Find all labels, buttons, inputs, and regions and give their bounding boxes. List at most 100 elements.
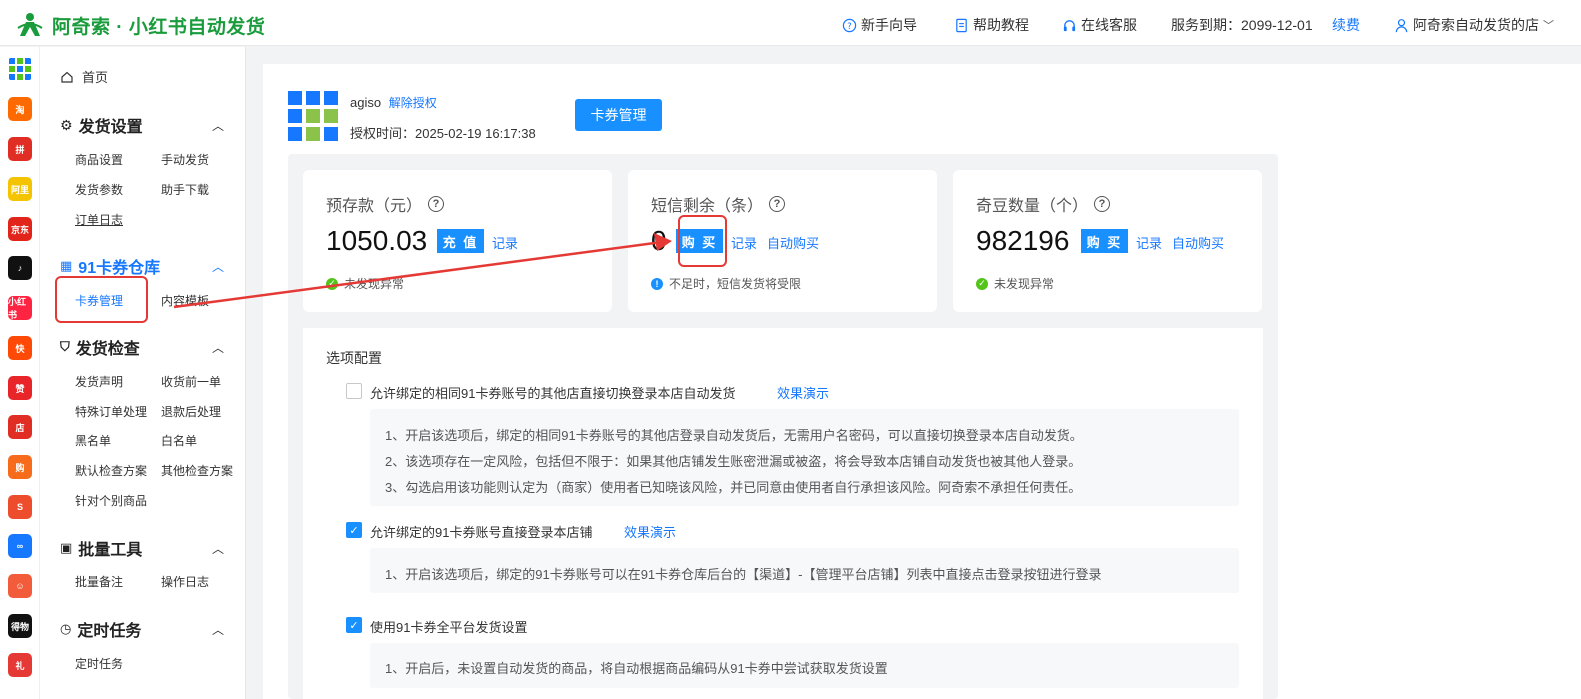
sidebar-item-content-template[interactable]: 内容模板 [161,292,209,309]
shop-avatar [288,91,338,141]
question-circle-icon: ? [842,18,857,32]
sms-status: ! 不足时，短信发货将受限 [651,275,801,292]
record-link[interactable]: 记录 [492,233,518,252]
card-management-button[interactable]: 卡券管理 [575,99,662,131]
sidebar-item-order-log[interactable]: 订单日志 [75,211,123,228]
douyin-icon[interactable]: ♪ [8,256,32,280]
card-title-text: 奇豆数量（个） [976,198,1089,215]
check-circle-icon: ✓ [326,277,338,290]
sidebar-item-scheduled-task[interactable]: 定时任务 [75,655,123,672]
auto-buy-link[interactable]: 自动购买 [767,233,819,252]
recharge-button[interactable]: 充 值 [437,229,484,253]
sidebar-item-product-settings[interactable]: 商品设置 [75,151,123,168]
sidebar-item-after-refund[interactable]: 退款后处理 [161,403,221,420]
thumb-icon[interactable]: 赞 [8,376,32,400]
record-link[interactable]: 记录 [731,233,757,252]
sidebar-item-blacklist[interactable]: 黑名单 [75,432,111,449]
user-icon [1395,18,1408,32]
sidebar-item-delivery-statement[interactable]: 发货声明 [75,373,123,390]
chevron-down-icon: ﹀ [1543,20,1554,32]
qidou-buy-button[interactable]: 购 买 [1081,229,1128,253]
section-batch-tools[interactable]: ▣ 批量工具 [60,536,142,560]
section-title: 发货检查 [75,341,140,358]
sidebar: 首页 ⚙ 发货设置 ︿ 商品设置 手动发货 发货参数 助手下载 订单日志 ▦ 9… [40,47,246,699]
xiaohongshu-icon[interactable]: 小红书 [8,296,32,320]
document-icon [956,18,967,32]
dewu-icon[interactable]: 得物 [8,614,32,638]
bag-icon[interactable]: 购 [8,455,32,479]
nav-service[interactable]: 在线客服 [1062,15,1137,35]
sms-card: 短信剩余（条）? 0 购 买 记录 自动购买 ! 不足时，短信发货将受限 [628,170,937,312]
chevron-up-icon[interactable]: ︿ [212,339,224,356]
option-description: 1、开启该选项后，绑定的相同91卡券账号的其他店登录自动发货后，无需用户名密码，… [370,409,1239,506]
sidebar-item-home[interactable]: 首页 [60,67,108,86]
nav-guide-label: 新手向导 [861,17,917,33]
kuaishou-icon[interactable]: 快 [8,336,32,360]
section-delivery-check[interactable]: ⛉ 发货检查 [60,335,140,359]
sidebar-item-special-orders[interactable]: 特殊订单处理 [75,403,147,420]
help-icon[interactable]: ? [428,196,445,212]
sidebar-item-other-check[interactable]: 其他检查方案 [161,462,233,479]
deposit-status: ✓ 未发现异常 [326,275,404,292]
section-scheduled-tasks[interactable]: ◷ 定时任务 [60,617,141,641]
user-name: 阿奇索自动发货的店 [1413,17,1539,33]
description-line: 1、开启后，未设置自动发货的商品，将自动根据商品编码从91卡券中尝试获取发货设置 [385,661,888,676]
grid-small-icon: ▦ [60,258,73,273]
nav-guide[interactable]: ? 新手向导 [842,15,917,35]
record-link[interactable]: 记录 [1136,233,1162,252]
demo-link[interactable]: 效果演示 [777,383,829,402]
grid-icon[interactable] [8,57,32,81]
auto-buy-link[interactable]: 自动购买 [1172,233,1224,252]
description-line: 1、开启该选项后，绑定的相同91卡券账号的其他店登录自动发货后，无需用户名密码，… [385,428,1083,443]
taobao-icon[interactable]: 淘 [8,97,32,121]
qidou-value: 982196 [976,225,1070,256]
option-checkbox-direct-login[interactable]: ✓ [346,522,362,538]
chevron-up-icon[interactable]: ︿ [212,540,224,557]
chevron-up-icon[interactable]: ︿ [212,258,224,275]
auth-time: 授权时间：2025-02-19 16:17:38 [350,126,536,141]
section-delivery-settings[interactable]: ⚙ 发货设置 [60,113,143,137]
option-label: 允许绑定的相同91卡券账号的其他店直接切换登录本店自动发货 [370,386,736,401]
sidebar-item-before-receipt[interactable]: 收货前一单 [161,373,221,390]
deposit-value: 1050.03 [326,225,428,256]
help-icon[interactable]: ? [1094,196,1111,212]
gift-icon[interactable]: 礼 [8,653,32,677]
top-bar: 阿奇索 · 小红书自动发货 ? 新手向导 帮助教程 在线客服 服务到期：2099… [0,0,1581,46]
card-title-text: 短信剩余（条） [651,198,764,215]
sidebar-item-operation-log[interactable]: 操作日志 [161,573,209,590]
sidebar-item-assistant-download[interactable]: 助手下载 [161,181,209,198]
user-menu[interactable]: 阿奇索自动发货的店 ﹀ [1394,15,1554,35]
chevron-up-icon[interactable]: ︿ [212,621,224,638]
deposit-card: 预存款（元）? 1050.03 充 值 记录 ✓ 未发现异常 [303,170,612,312]
sms-value: 0 [651,225,667,256]
demo-link[interactable]: 效果演示 [624,522,676,541]
option-checkbox-switch-login[interactable] [346,383,362,399]
unbind-link[interactable]: 解除授权 [389,96,437,110]
section-title: 发货设置 [78,119,143,136]
option-label: 允许绑定的91卡券账号直接登录本店铺 [370,525,593,540]
alibaba-icon[interactable]: 阿里 [8,177,32,201]
shopee-icon[interactable]: S [8,495,32,519]
link-icon[interactable]: ∞ [8,534,32,558]
chevron-up-icon[interactable]: ︿ [212,117,224,134]
pinduoduo-icon[interactable]: 拼 [8,137,32,161]
jd-icon[interactable]: 京东 [8,217,32,241]
section-title: 91卡券仓库 [78,260,161,277]
smile-icon[interactable]: ☺ [8,574,32,598]
section-card-warehouse[interactable]: ▦ 91卡券仓库 [60,254,160,278]
shop-name: agiso [350,95,382,110]
check-circle-icon: ✓ [976,277,988,290]
sidebar-item-batch-note[interactable]: 批量备注 [75,573,123,590]
card-title: 短信剩余（条）? [651,192,786,216]
option-checkbox-platform-settings[interactable]: ✓ [346,617,362,633]
renew-link[interactable]: 续费 [1332,15,1360,35]
sidebar-item-manual-delivery[interactable]: 手动发货 [161,151,209,168]
sidebar-item-whitelist[interactable]: 白名单 [161,432,197,449]
nav-help[interactable]: 帮助教程 [954,15,1029,35]
sidebar-item-default-check[interactable]: 默认检查方案 [75,462,147,479]
store-icon[interactable]: 店 [8,415,32,439]
sidebar-item-specific-products[interactable]: 针对个别商品 [75,492,147,509]
shop-name-row: agiso 解除授权 [350,94,437,111]
help-icon[interactable]: ? [769,196,786,212]
sidebar-item-delivery-params[interactable]: 发货参数 [75,181,123,198]
